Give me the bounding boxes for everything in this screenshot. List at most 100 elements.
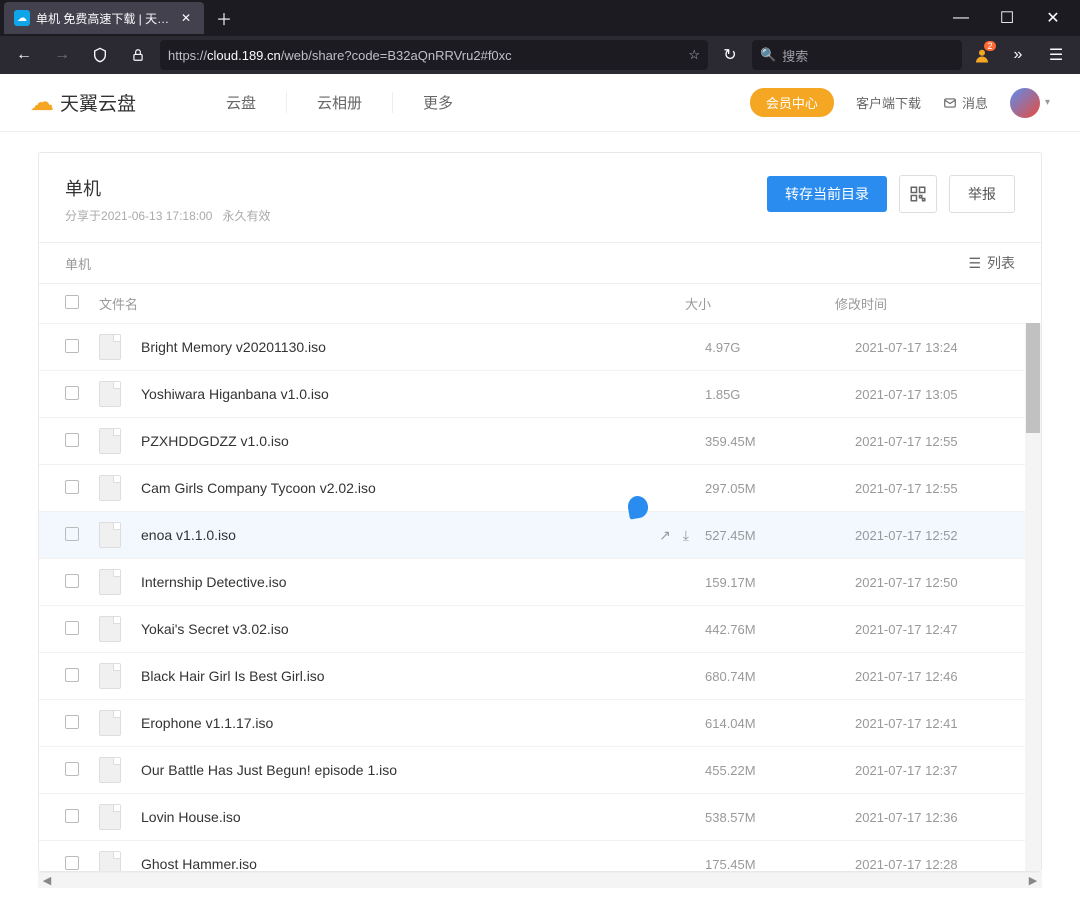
report-button[interactable]: 举报 xyxy=(949,175,1015,213)
row-checkbox[interactable] xyxy=(65,527,79,541)
row-checkbox[interactable] xyxy=(65,621,79,635)
forward-button[interactable]: → xyxy=(46,39,78,71)
table-row[interactable]: Lovin House.iso↗⤓538.57M2021-07-17 12:36 xyxy=(39,793,1041,840)
row-checkbox[interactable] xyxy=(65,809,79,823)
table-row[interactable]: Yokai's Secret v3.02.iso↗⤓442.76M2021-07… xyxy=(39,605,1041,652)
save-to-cloud-button[interactable]: 转存当前目录 xyxy=(767,176,887,212)
file-icon xyxy=(99,616,121,642)
file-icon xyxy=(99,475,121,501)
breadcrumb[interactable]: 单机 xyxy=(65,254,91,273)
file-list[interactable]: Bright Memory v20201130.iso↗⤓4.97G2021-0… xyxy=(39,323,1041,871)
share-title: 单机 xyxy=(65,175,270,201)
browser-tab[interactable]: ☁ 单机 免费高速下载 | 天翼云盘... ✕ xyxy=(4,2,204,34)
table-row[interactable]: Our Battle Has Just Begun! episode 1.iso… xyxy=(39,746,1041,793)
lock-icon[interactable] xyxy=(122,39,154,71)
file-date: 2021-07-17 12:50 xyxy=(855,575,1015,590)
brand-logo[interactable]: ☁ 天翼云盘 xyxy=(30,88,136,117)
file-size: 442.76M xyxy=(705,622,855,637)
search-icon: 🔍 xyxy=(760,47,776,63)
shield-icon[interactable] xyxy=(84,39,116,71)
table-row[interactable]: PZXHDDGDZZ v1.0.iso↗⤓359.45M2021-07-17 1… xyxy=(39,417,1041,464)
horizontal-scrollbar[interactable]: ◀ ▶ xyxy=(38,872,1042,888)
url-field[interactable]: https://cloud.189.cn/web/share?code=B32a… xyxy=(160,40,708,70)
file-size: 4.97G xyxy=(705,340,855,355)
url-text: https://cloud.189.cn/web/share?code=B32a… xyxy=(168,48,680,63)
row-checkbox[interactable] xyxy=(65,668,79,682)
row-checkbox[interactable] xyxy=(65,762,79,776)
file-date: 2021-07-17 12:37 xyxy=(855,763,1015,778)
browser-search[interactable]: 🔍 搜索 xyxy=(752,40,962,70)
file-icon xyxy=(99,663,121,689)
column-name[interactable]: 文件名 xyxy=(99,294,685,313)
row-checkbox[interactable] xyxy=(65,715,79,729)
reload-button[interactable]: ↻ xyxy=(714,39,746,71)
file-name-text: enoa v1.1.0.iso xyxy=(141,527,236,543)
user-menu[interactable]: ▾ xyxy=(1010,88,1050,118)
bookmark-star-icon[interactable]: ☆ xyxy=(688,47,700,63)
open-icon[interactable]: ↗ xyxy=(659,527,671,544)
back-button[interactable]: ← xyxy=(8,39,40,71)
select-all-checkbox[interactable] xyxy=(65,295,79,309)
view-toggle[interactable]: ☰ 列表 xyxy=(968,253,1015,273)
file-icon xyxy=(99,381,121,407)
page-header: ☁ 天翼云盘 云盘 云相册 更多 会员中心 客户端下载 消息 ▾ xyxy=(0,74,1080,132)
file-name-text: Black Hair Girl Is Best Girl.iso xyxy=(141,668,325,684)
table-row[interactable]: Ghost Hammer.iso↗⤓175.45M2021-07-17 12:2… xyxy=(39,840,1041,871)
avatar xyxy=(1010,88,1040,118)
cloud-logo-icon: ☁ xyxy=(30,88,54,117)
row-checkbox[interactable] xyxy=(65,574,79,588)
menu-icon[interactable]: ☰ xyxy=(1040,39,1072,71)
nav-more[interactable]: 更多 xyxy=(392,92,483,113)
vertical-scrollbar[interactable] xyxy=(1025,323,1041,871)
share-header: 单机 分享于2021-06-13 17:18:00 永久有效 转存当前目录 举报 xyxy=(39,153,1041,242)
list-icon: ☰ xyxy=(968,255,981,272)
column-date[interactable]: 修改时间 xyxy=(835,294,1015,313)
row-checkbox[interactable] xyxy=(65,856,79,870)
search-placeholder: 搜索 xyxy=(782,46,808,65)
share-meta: 分享于2021-06-13 17:18:00 永久有效 xyxy=(65,207,270,224)
page: ☁ 天翼云盘 云盘 云相册 更多 会员中心 客户端下载 消息 ▾ 单机 xyxy=(0,74,1080,921)
table-row[interactable]: Erophone v1.1.17.iso↗⤓614.04M2021-07-17 … xyxy=(39,699,1041,746)
table-row[interactable]: Yoshiwara Higanbana v1.0.iso↗⤓1.85G2021-… xyxy=(39,370,1041,417)
table-row[interactable]: Internship Detective.iso↗⤓159.17M2021-07… xyxy=(39,558,1041,605)
row-checkbox[interactable] xyxy=(65,386,79,400)
file-date: 2021-07-17 12:28 xyxy=(855,857,1015,872)
download-icon[interactable]: ⤓ xyxy=(683,527,689,544)
file-date: 2021-07-17 12:46 xyxy=(855,669,1015,684)
table-row[interactable]: enoa v1.1.0.iso↗⤓527.45M2021-07-17 12:52 xyxy=(39,511,1041,558)
nav-cloud-disk[interactable]: 云盘 xyxy=(196,92,286,113)
extension-icon[interactable]: 2 xyxy=(968,41,996,69)
scrollbar-thumb[interactable] xyxy=(1026,323,1040,433)
cloud-icon: ☁ xyxy=(14,10,30,26)
row-checkbox[interactable] xyxy=(65,339,79,353)
file-date: 2021-07-17 13:05 xyxy=(855,387,1015,402)
download-client-link[interactable]: 客户端下载 xyxy=(856,93,921,112)
messages-link[interactable]: 消息 xyxy=(943,93,988,112)
file-name-text: Lovin House.iso xyxy=(141,809,241,825)
close-tab-icon[interactable]: ✕ xyxy=(178,10,194,26)
message-icon xyxy=(943,96,957,110)
row-checkbox[interactable] xyxy=(65,480,79,494)
file-size: 455.22M xyxy=(705,763,855,778)
qrcode-button[interactable] xyxy=(899,175,937,213)
table-row[interactable]: Bright Memory v20201130.iso↗⤓4.97G2021-0… xyxy=(39,323,1041,370)
column-size[interactable]: 大小 xyxy=(685,294,835,313)
scroll-right-icon[interactable]: ▶ xyxy=(1026,874,1040,887)
file-icon xyxy=(99,804,121,830)
file-date: 2021-07-17 12:36 xyxy=(855,810,1015,825)
file-size: 359.45M xyxy=(705,434,855,449)
file-size: 297.05M xyxy=(705,481,855,496)
row-checkbox[interactable] xyxy=(65,433,79,447)
table-row[interactable]: Cam Girls Company Tycoon v2.02.iso↗⤓297.… xyxy=(39,464,1041,511)
minimize-button[interactable]: — xyxy=(938,0,984,36)
browser-chrome: ☁ 单机 免费高速下载 | 天翼云盘... ✕ ＋ — ☐ ✕ ← → http… xyxy=(0,0,1080,74)
vip-button[interactable]: 会员中心 xyxy=(750,88,834,117)
close-window-button[interactable]: ✕ xyxy=(1030,0,1076,36)
maximize-button[interactable]: ☐ xyxy=(984,0,1030,36)
overflow-chevron-icon[interactable]: » xyxy=(1002,39,1034,71)
file-icon xyxy=(99,428,121,454)
nav-cloud-album[interactable]: 云相册 xyxy=(286,92,392,113)
table-row[interactable]: Black Hair Girl Is Best Girl.iso↗⤓680.74… xyxy=(39,652,1041,699)
scroll-left-icon[interactable]: ◀ xyxy=(40,874,54,887)
new-tab-button[interactable]: ＋ xyxy=(210,4,238,32)
